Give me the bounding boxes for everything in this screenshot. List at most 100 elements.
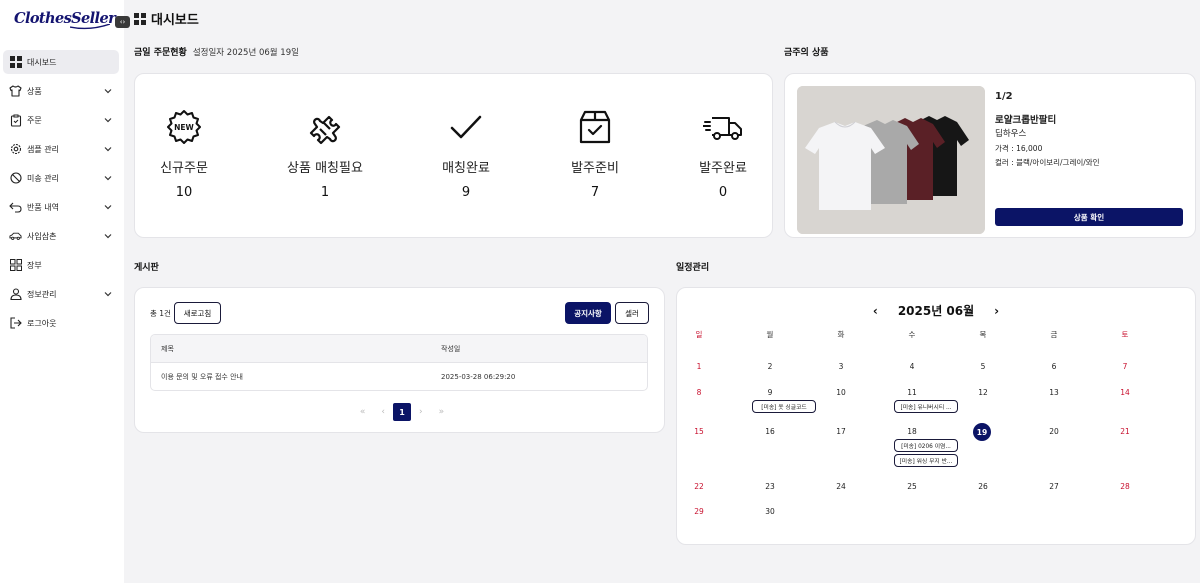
shirt-icon bbox=[9, 85, 22, 98]
stat-order-prep[interactable]: 발주준비 7 bbox=[540, 74, 650, 200]
seller-button[interactable]: 셀러 bbox=[615, 302, 649, 324]
calendar-day[interactable]: 5 bbox=[973, 362, 993, 371]
sidebar-item-2[interactable]: 주문 bbox=[3, 108, 119, 132]
calendar-day[interactable]: 28 bbox=[1115, 482, 1135, 491]
calendar-event[interactable]: [미송] 워싱 무지 반... bbox=[894, 454, 958, 467]
calendar-day[interactable]: 11 bbox=[902, 388, 922, 397]
sidebar-item-1[interactable]: 상품 bbox=[3, 79, 119, 103]
chevron-down-icon[interactable] bbox=[104, 174, 112, 182]
sidebar-item-label: 상품 bbox=[27, 86, 42, 96]
calendar-event[interactable]: [미송] 0206 이염... bbox=[894, 439, 958, 452]
board-section-title: 게시판 bbox=[134, 263, 159, 273]
main-content: 대시보드 금일 주문현황 설정일자 2025년 06월 19일 NEW 신규주문 … bbox=[124, 0, 1200, 583]
calendar-today[interactable]: 19 bbox=[973, 423, 991, 441]
sidebar-item-label: 반품 내역 bbox=[27, 202, 59, 212]
table-row[interactable]: 이용 문의 및 오류 접수 안내 2025-03-28 06:29:20 bbox=[151, 363, 647, 390]
calendar-day[interactable]: 22 bbox=[689, 482, 709, 491]
sidebar-item-0[interactable]: 대시보드 bbox=[3, 50, 119, 74]
first-page-icon[interactable]: « bbox=[360, 407, 366, 417]
calendar-month: 2025년 06월 bbox=[897, 304, 975, 318]
chevron-down-icon[interactable] bbox=[104, 116, 112, 124]
calendar-day[interactable]: 7 bbox=[1115, 362, 1135, 371]
pagination: « ‹ 1 › » bbox=[347, 403, 457, 421]
calendar-day[interactable]: 27 bbox=[1044, 482, 1064, 491]
sidebar-item-label: 주문 bbox=[27, 115, 42, 125]
next-month-icon[interactable]: › bbox=[994, 304, 999, 318]
product-price: 가격 : 16,000 bbox=[995, 144, 1043, 153]
weekly-product-card: 1/2 로얄크롭반팔티 딥하우스 가격 : 16,000 컬러 : 블랙/아이보… bbox=[784, 73, 1196, 238]
new-badge-icon: NEW bbox=[167, 110, 201, 144]
product-confirm-button[interactable]: 상품 확인 bbox=[995, 208, 1183, 226]
refresh-button[interactable]: 새로고침 bbox=[174, 302, 221, 324]
calendar-day[interactable]: 20 bbox=[1044, 427, 1064, 436]
sidebar-item-7[interactable]: 장부 bbox=[3, 253, 119, 277]
stat-matching-complete[interactable]: 매칭완료 9 bbox=[411, 74, 521, 200]
stat-matching-needed[interactable]: 상품 매칭필요 1 bbox=[270, 74, 380, 200]
board-card: 총 1건 새로고침 공지사항 셀러 제목 작성일 이용 문의 및 오류 접수 안… bbox=[134, 287, 665, 433]
calendar-day[interactable]: 19 bbox=[973, 423, 993, 441]
return-arrow-icon bbox=[9, 201, 22, 214]
orders-card: NEW 신규주문 10 상품 매칭필요 1 매칭완료 9 발주준비 7 발주완료… bbox=[134, 73, 773, 238]
calendar-day[interactable]: 25 bbox=[902, 482, 922, 491]
sidebar-item-label: 정보관리 bbox=[27, 289, 57, 299]
calendar-day[interactable]: 29 bbox=[689, 507, 709, 516]
calendar-day[interactable]: 30 bbox=[760, 507, 780, 516]
calendar-day[interactable]: 9 bbox=[760, 388, 780, 397]
product-image[interactable] bbox=[797, 86, 985, 234]
stat-value: 9 bbox=[461, 185, 471, 200]
stat-value: 0 bbox=[718, 185, 728, 200]
orders-section-title: 금일 주문현황 설정일자 2025년 06월 19일 bbox=[134, 45, 299, 58]
chevron-down-icon[interactable] bbox=[104, 203, 112, 211]
chevron-down-icon[interactable] bbox=[104, 232, 112, 240]
calendar-day[interactable]: 8 bbox=[689, 388, 709, 397]
stat-order-complete[interactable]: 발주완료 0 bbox=[668, 74, 778, 200]
calendar-day[interactable]: 15 bbox=[689, 427, 709, 436]
chevron-down-icon[interactable] bbox=[104, 290, 112, 298]
sidebar-item-6[interactable]: 사입삼촌 bbox=[3, 224, 119, 248]
calendar-day[interactable]: 12 bbox=[973, 388, 993, 397]
calendar-day[interactable]: 6 bbox=[1044, 362, 1064, 371]
board-table: 제목 작성일 이용 문의 및 오류 접수 안내 2025-03-28 06:29… bbox=[150, 334, 648, 391]
page-title-text: 대시보드 bbox=[151, 13, 199, 28]
chevron-down-icon[interactable] bbox=[104, 87, 112, 95]
calendar-day[interactable]: 14 bbox=[1115, 388, 1135, 397]
calendar-day[interactable]: 21 bbox=[1115, 427, 1135, 436]
sidebar-item-5[interactable]: 반품 내역 bbox=[3, 195, 119, 219]
prev-month-icon[interactable]: ‹ bbox=[873, 304, 878, 318]
sidebar: ClothesSeller ‹› 대시보드 상품 주문 샘플 관리 미송 관리 반품 내역… bbox=[0, 0, 130, 583]
calendar-event[interactable]: [미송] 옷 싱글코드 bbox=[752, 400, 816, 413]
calendar-day[interactable]: 2 bbox=[760, 362, 780, 371]
stat-new-orders[interactable]: NEW 신규주문 10 bbox=[129, 74, 239, 200]
sidebar-item-8[interactable]: 정보관리 bbox=[3, 282, 119, 306]
calendar-day[interactable]: 3 bbox=[831, 362, 851, 371]
calendar-day[interactable]: 1 bbox=[689, 362, 709, 371]
user-icon bbox=[9, 288, 22, 301]
grid-icon bbox=[134, 12, 146, 25]
chevron-down-icon[interactable] bbox=[104, 145, 112, 153]
calendar-card: ‹ 2025년 06월 › 일 월 화 수 목 금 토 1 2 3 4 5 6 7 8 9 10 11 12 13 14… bbox=[676, 287, 1196, 545]
page-number-active[interactable]: 1 bbox=[393, 403, 411, 421]
calendar-day[interactable]: 23 bbox=[760, 482, 780, 491]
weekday-header: 금 bbox=[1050, 330, 1058, 339]
calendar-day[interactable]: 13 bbox=[1044, 388, 1064, 397]
calendar-day[interactable]: 4 bbox=[902, 362, 922, 371]
calendar-day[interactable]: 16 bbox=[760, 427, 780, 436]
calendar-day[interactable]: 24 bbox=[831, 482, 851, 491]
notice-button[interactable]: 공지사항 bbox=[565, 302, 611, 324]
weekday-header: 토 bbox=[1121, 330, 1129, 339]
prev-page-icon[interactable]: ‹ bbox=[381, 407, 385, 417]
weekday-header: 목 bbox=[979, 330, 987, 339]
calendar-day[interactable]: 18 bbox=[902, 427, 922, 436]
sidebar-item-4[interactable]: 미송 관리 bbox=[3, 166, 119, 190]
next-page-icon[interactable]: › bbox=[419, 407, 423, 417]
calendar-day[interactable]: 10 bbox=[831, 388, 851, 397]
calendar-day[interactable]: 26 bbox=[973, 482, 993, 491]
last-page-icon[interactable]: » bbox=[439, 407, 445, 417]
sidebar-item-9[interactable]: 로그아웃 bbox=[3, 311, 119, 335]
logout-icon bbox=[9, 317, 22, 330]
box-check-icon bbox=[579, 110, 611, 144]
calendar-event[interactable]: [미송] 유니버시티 ... bbox=[894, 400, 958, 413]
sidebar-item-3[interactable]: 샘플 관리 bbox=[3, 137, 119, 161]
calendar-day[interactable]: 17 bbox=[831, 427, 851, 436]
sidebar-collapse-button[interactable]: ‹› bbox=[115, 16, 130, 28]
